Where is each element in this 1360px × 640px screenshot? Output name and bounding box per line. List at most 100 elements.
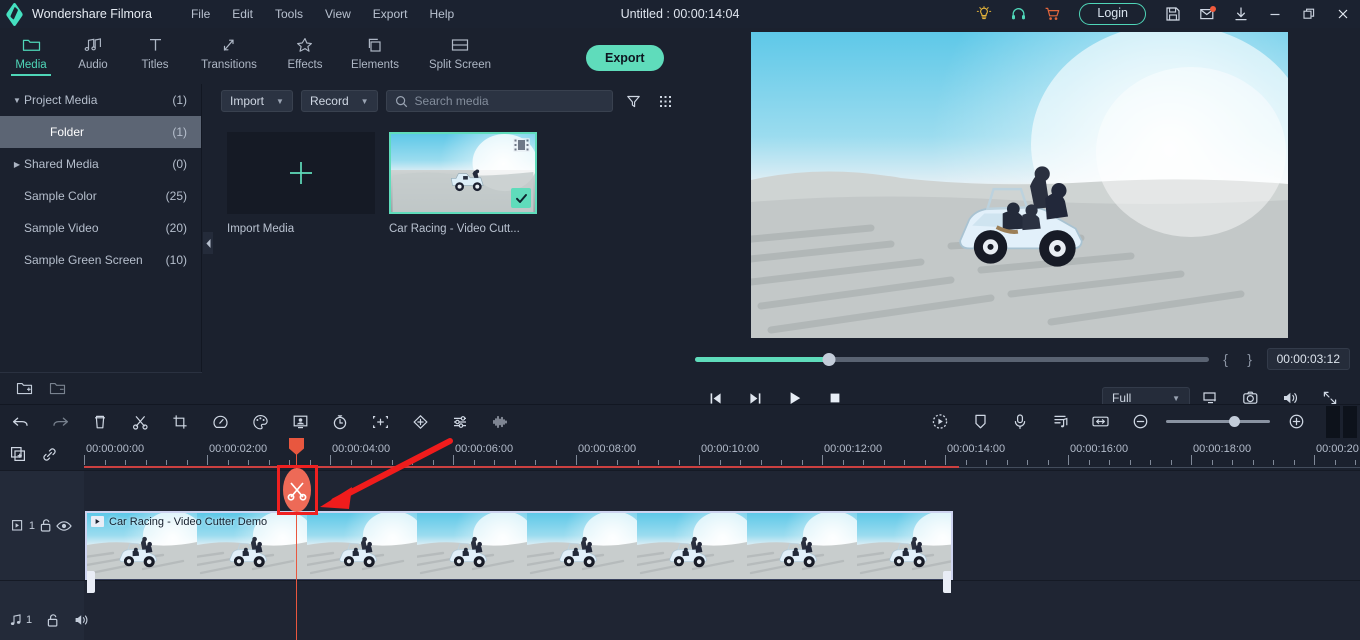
media-toolbar: Import ▼ Record ▼ [213, 84, 685, 118]
ruler-tick [1047, 460, 1049, 465]
sidebar-item-project-media[interactable]: ▼ Project Media (1) [0, 84, 201, 116]
adjust-sliders-icon[interactable] [440, 405, 480, 439]
unlock-icon[interactable] [39, 518, 53, 533]
tab-split-screen[interactable]: Split Screen [412, 28, 508, 84]
video-thumbnail[interactable] [389, 132, 537, 214]
seek-handle[interactable] [822, 352, 836, 366]
unlock-icon-2[interactable] [46, 613, 60, 628]
selected-check-icon [511, 188, 531, 208]
timeline-bottom-controls: 1 [0, 604, 88, 636]
timeline-ruler[interactable]: 00:00:00:00 00:00:02:00 00:00:04:00 00:00:0… [84, 438, 1360, 470]
speed-icon[interactable] [200, 405, 240, 439]
mark-out-button[interactable]: } [1243, 351, 1257, 367]
tab-titles[interactable]: Titles [124, 28, 186, 84]
split-scissors-icon[interactable] [120, 405, 160, 439]
sidebar-item-folder[interactable]: Folder (1) [0, 116, 201, 148]
audio-mixer-icon[interactable] [1040, 405, 1080, 439]
menu-file[interactable]: File [180, 3, 221, 25]
tab-effects[interactable]: Effects [272, 28, 338, 84]
menu-help[interactable]: Help [418, 3, 465, 25]
export-button[interactable]: Export [586, 45, 664, 71]
ruler-tick [945, 455, 946, 465]
app-logo-icon [0, 1, 28, 27]
record-dropdown-button[interactable]: Record ▼ [300, 90, 378, 112]
green-screen-icon[interactable] [280, 405, 320, 439]
ruler-tick [801, 460, 803, 465]
download-icon[interactable] [1224, 0, 1258, 28]
marker-shield-icon[interactable] [960, 405, 1000, 439]
mail-icon[interactable] [1190, 0, 1224, 28]
clip-trim-handle-right[interactable] [943, 571, 951, 593]
preview-seek-slider[interactable] [695, 352, 1209, 366]
window-minimize-button[interactable] [1258, 0, 1292, 28]
tip-bulb-icon[interactable] [967, 0, 1001, 28]
window-close-button[interactable] [1326, 0, 1360, 28]
tab-media[interactable]: Media [0, 28, 62, 84]
sidebar-item-sample-video[interactable]: Sample Video (20) [0, 212, 201, 244]
import-dropdown-button[interactable]: Import ▼ [221, 90, 293, 112]
timeline-zoom-slider[interactable] [1166, 405, 1270, 439]
fit-timeline-icon[interactable] [1080, 405, 1120, 439]
preview-video-canvas[interactable] [751, 32, 1288, 338]
new-folder-icon[interactable] [16, 381, 33, 396]
ruler-tick [760, 460, 762, 465]
filter-funnel-icon[interactable] [621, 89, 645, 113]
video-format-badge-icon [513, 138, 530, 152]
shopping-cart-icon[interactable] [1035, 0, 1069, 28]
audio-waveform-icon[interactable] [480, 405, 520, 439]
headset-support-icon[interactable] [1001, 0, 1035, 28]
timeline-toolbar-right [920, 405, 1360, 439]
mark-in-button[interactable]: { [1219, 351, 1233, 367]
add-track-icon[interactable] [10, 446, 27, 463]
eye-visible-icon[interactable] [56, 520, 72, 532]
tab-elements[interactable]: Elements [338, 28, 412, 84]
menu-view[interactable]: View [314, 3, 362, 25]
collapse-panel-left-icon[interactable] [203, 232, 213, 254]
clip-trim-handle-left[interactable] [87, 571, 95, 593]
remove-folder-icon[interactable] [49, 381, 66, 396]
zoom-out-icon[interactable] [1120, 405, 1160, 439]
delete-trash-icon[interactable] [80, 405, 120, 439]
ruler-tick [822, 455, 823, 465]
video-track-controls: 1 [0, 471, 84, 580]
media-item-car-racing[interactable]: Car Racing - Video Cutt... [389, 132, 537, 235]
search-media-box[interactable] [385, 90, 613, 112]
menu-tools[interactable]: Tools [264, 3, 314, 25]
link-chain-icon[interactable] [41, 446, 58, 463]
undo-icon[interactable] [0, 405, 40, 439]
keyframe-icon[interactable] [400, 405, 440, 439]
menu-export[interactable]: Export [362, 3, 419, 25]
clip-thumbnail [747, 513, 857, 579]
add-marker-icon[interactable] [360, 405, 400, 439]
grid-view-icon[interactable] [653, 89, 677, 113]
ruler-tick [986, 460, 987, 465]
preview-seek-row: { } 00:00:03:12 [685, 342, 1360, 376]
crop-icon[interactable] [160, 405, 200, 439]
sidebar-item-sample-color[interactable]: Sample Color (25) [0, 180, 201, 212]
sidebar-item-sample-green-screen[interactable]: Sample Green Screen (10) [0, 244, 201, 276]
timer-icon[interactable] [320, 405, 360, 439]
sidebar-item-label: Sample Color [24, 189, 97, 203]
color-palette-icon[interactable] [240, 405, 280, 439]
sidebar-item-shared-media[interactable]: ▶ Shared Media (0) [0, 148, 201, 180]
chevron-down-icon: ▼ [13, 95, 21, 105]
voiceover-mic-icon[interactable] [1000, 405, 1040, 439]
save-icon[interactable] [1156, 0, 1190, 28]
tab-audio[interactable]: Audio [62, 28, 124, 84]
clip-thumbnail [637, 513, 747, 579]
menu-edit[interactable]: Edit [221, 3, 264, 25]
redo-icon[interactable] [40, 405, 80, 439]
tab-transitions[interactable]: Transitions [186, 28, 272, 84]
render-preview-icon[interactable] [920, 405, 960, 439]
import-label: Import [230, 94, 265, 108]
window-restore-button[interactable] [1292, 0, 1326, 28]
speaker-on-icon-2[interactable] [74, 613, 90, 627]
search-input[interactable] [414, 94, 604, 108]
zoom-in-icon[interactable] [1276, 405, 1316, 439]
media-item-import[interactable]: Import Media [227, 132, 375, 235]
import-media-tile[interactable] [227, 132, 375, 214]
ruler-tick [1150, 460, 1151, 465]
login-button[interactable]: Login [1079, 3, 1146, 25]
clip-play-icon [91, 516, 104, 527]
zoom-slider-handle[interactable] [1228, 416, 1240, 427]
